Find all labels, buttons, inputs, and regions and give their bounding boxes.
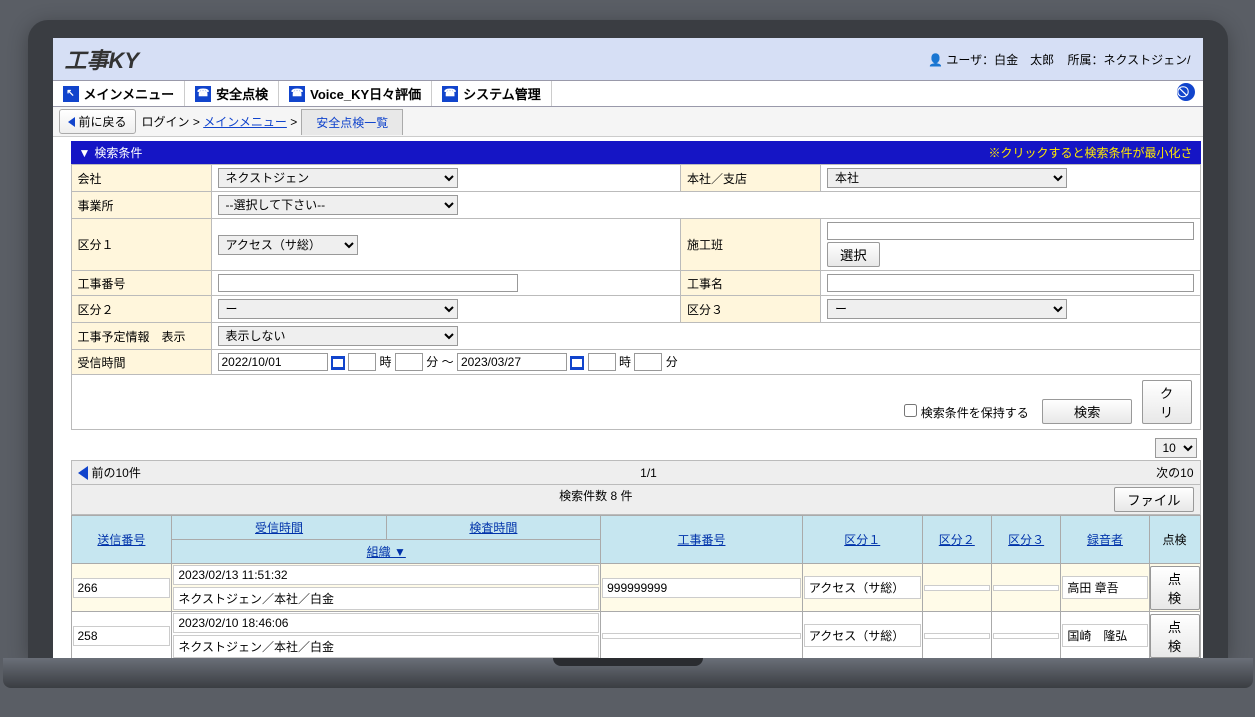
- crumb-main-menu[interactable]: メインメニュー: [203, 113, 287, 130]
- cell-div3: [993, 585, 1059, 591]
- menu-voice[interactable]: ☎ Voice_KY日々評価: [279, 81, 432, 106]
- clear-button[interactable]: クリ: [1142, 380, 1192, 424]
- count-bar: 検索件数 8 件 ファイル: [71, 485, 1201, 515]
- col-recvtime[interactable]: 受信時間: [255, 521, 303, 535]
- label-branch: 本社／支店: [681, 165, 821, 192]
- date-to-input[interactable]: [457, 353, 567, 371]
- cell-div2: [924, 585, 990, 591]
- min-from-input[interactable]: [395, 353, 423, 371]
- cell-div1: アクセス（サ総）: [804, 576, 921, 599]
- phone-icon: ☎: [442, 86, 458, 102]
- div1-select[interactable]: アクセス（サ総）: [218, 235, 358, 255]
- search-button[interactable]: 検索: [1042, 399, 1132, 424]
- col-workno[interactable]: 工事番号: [677, 533, 725, 547]
- div3-select[interactable]: ー: [827, 299, 1067, 319]
- back-button[interactable]: 前に戻る: [59, 109, 136, 134]
- cursor-icon: ↖: [63, 86, 79, 102]
- panel-hint: ※クリックすると検索条件が最小化さ: [988, 144, 1192, 161]
- menu-system[interactable]: ☎ システム管理: [432, 81, 552, 106]
- cell-sendno: 258: [73, 626, 171, 646]
- prohibit-icon[interactable]: ⃠: [1177, 83, 1195, 101]
- page-size-select[interactable]: 10: [1155, 438, 1197, 458]
- user-info: 👤 ユーザ：白金 太郎 所属：ネクストジェン/: [928, 51, 1190, 68]
- crumb-login: ログイン: [142, 113, 190, 130]
- cell-sendno: 266: [73, 578, 171, 598]
- col-result: 点検: [1149, 516, 1200, 564]
- next-link[interactable]: 次の10: [1156, 464, 1193, 481]
- action-row: 検索条件を保持する 検索 クリ: [71, 375, 1201, 430]
- label-office: 事業所: [71, 192, 211, 219]
- crew-input[interactable]: [827, 222, 1194, 240]
- file-button[interactable]: ファイル: [1114, 487, 1193, 512]
- page-position: 1/1: [141, 466, 1156, 480]
- label-schedule: 工事予定情報 表示: [71, 323, 211, 350]
- cell-workno: 999999999: [602, 578, 801, 598]
- prev-icon[interactable]: [78, 466, 88, 480]
- label-div3: 区分３: [681, 296, 821, 323]
- label-div2: 区分２: [71, 296, 211, 323]
- inspect-button[interactable]: 点検: [1150, 614, 1200, 658]
- label-crew: 施工班: [681, 219, 821, 271]
- div2-select[interactable]: ー: [218, 299, 458, 319]
- cell-div3: [993, 633, 1059, 639]
- breadcrumb: 前に戻る ログイン > メインメニュー > 安全点検一覧: [53, 107, 1203, 137]
- date-from-input[interactable]: [218, 353, 328, 371]
- cell-org: ネクストジェン／本社／白金: [173, 587, 599, 610]
- phone-icon: ☎: [195, 86, 211, 102]
- result-count: 検索件数 8 件: [78, 487, 1115, 512]
- cell-recvtime: 2023/02/10 18:46:06: [173, 613, 599, 633]
- table-row: 2582023/02/10 18:46:06ネクストジェン／本社／白金 アクセス（…: [71, 612, 1200, 659]
- person-icon: 👤: [928, 53, 943, 67]
- menu-safety[interactable]: ☎ 安全点検: [185, 81, 279, 106]
- calendar-icon[interactable]: [331, 356, 345, 370]
- label-workno: 工事番号: [71, 271, 211, 296]
- cell-recvtime: 2023/02/13 11:51:32: [173, 565, 599, 585]
- workno-input[interactable]: [218, 274, 518, 292]
- menu-main[interactable]: ↖ メインメニュー: [53, 81, 186, 106]
- triangle-down-icon: ▼: [79, 146, 91, 160]
- keep-cond-checkbox[interactable]: [904, 404, 917, 417]
- cell-recorder: 国崎 隆弘: [1062, 624, 1147, 647]
- app-title: 工事KY: [65, 43, 140, 75]
- current-tab[interactable]: 安全点検一覧: [301, 109, 403, 135]
- col-div1[interactable]: 区分１: [844, 533, 880, 547]
- keep-cond-label[interactable]: 検索条件を保持する: [904, 406, 1028, 420]
- branch-select[interactable]: 本社: [827, 168, 1067, 188]
- table-row: 2662023/02/13 11:51:32ネクストジェン／本社／白金99999…: [71, 564, 1200, 612]
- phone-icon: ☎: [289, 86, 305, 102]
- col-recorder[interactable]: 録音者: [1087, 533, 1123, 547]
- hour-from-input[interactable]: [348, 353, 376, 371]
- cell-org: ネクストジェン／本社／白金: [173, 635, 599, 658]
- pager-bar: 前の10件 1/1 次の10: [71, 460, 1201, 485]
- search-panel-header[interactable]: ▼検索条件 ※クリックすると検索条件が最小化さ: [71, 141, 1201, 164]
- search-form: 会社 ネクストジェン 本社／支店 本社 事業所 --選択して下さい-- 区分１ …: [71, 164, 1201, 375]
- label-div1: 区分１: [71, 219, 211, 271]
- crew-select-button[interactable]: 選択: [827, 242, 880, 267]
- menu-bar: ↖ メインメニュー ☎ 安全点検 ☎ Voice_KY日々評価 ☎ システム管理…: [53, 80, 1203, 107]
- inspect-button[interactable]: 点検: [1150, 566, 1200, 610]
- col-div2[interactable]: 区分２: [939, 533, 975, 547]
- hour-to-input[interactable]: [588, 353, 616, 371]
- results-table: 送信番号 受信時間 検査時間 工事番号 区分１ 区分２ 区分３ 録音者 点検 組…: [71, 515, 1201, 658]
- company-select[interactable]: ネクストジェン: [218, 168, 458, 188]
- col-inspecttime[interactable]: 検査時間: [469, 521, 517, 535]
- office-select[interactable]: --選択して下さい--: [218, 195, 458, 215]
- col-org[interactable]: 組織 ▼: [367, 545, 406, 559]
- cell-recorder: 高田 章吾: [1062, 576, 1147, 599]
- label-company: 会社: [71, 165, 211, 192]
- label-workname: 工事名: [681, 271, 821, 296]
- cell-workno: [602, 633, 801, 639]
- back-arrow-icon: [68, 117, 75, 127]
- col-sendno[interactable]: 送信番号: [97, 533, 145, 547]
- prev-link[interactable]: 前の10件: [92, 464, 141, 481]
- calendar-icon[interactable]: [570, 356, 584, 370]
- schedule-select[interactable]: 表示しない: [218, 326, 458, 346]
- label-recvtime: 受信時間: [71, 350, 211, 375]
- cell-div1: アクセス（サ総）: [804, 624, 921, 647]
- cell-div2: [924, 633, 990, 639]
- workname-input[interactable]: [827, 274, 1194, 292]
- app-header: 工事KY 👤 ユーザ：白金 太郎 所属：ネクストジェン/: [53, 38, 1203, 80]
- col-div3[interactable]: 区分３: [1008, 533, 1044, 547]
- min-to-input[interactable]: [634, 353, 662, 371]
